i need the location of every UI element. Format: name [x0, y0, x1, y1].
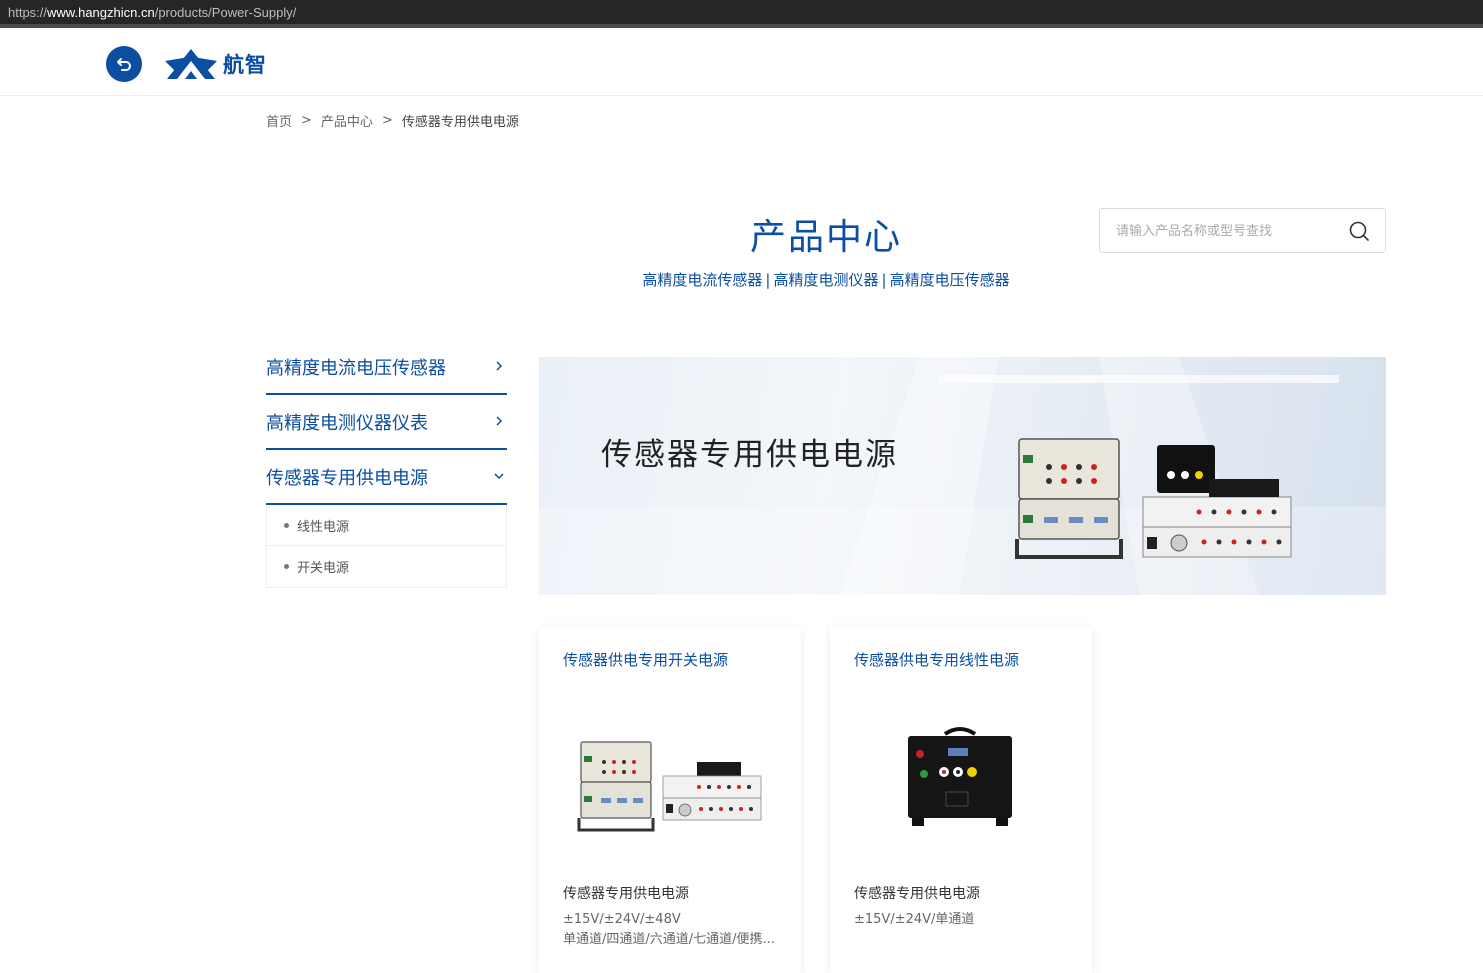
subnav-item-linear-power[interactable]: 线性电源: [267, 505, 506, 546]
sidebar-item-label: 高精度电测仪器仪表: [266, 412, 428, 434]
category-banner: 传感器专用供电电源: [539, 357, 1386, 595]
subnav-item-label: 线性电源: [297, 519, 350, 535]
chevron-down-icon: [494, 473, 504, 480]
logo-text: 航智: [223, 53, 267, 77]
sidebar-nav: 高精度电流电压传感器 高精度电测仪器仪表 传感器专用供电电源 线性电源 开关电源: [266, 340, 507, 588]
url-text[interactable]: https://www.hangzhicn.cn/products/Power-…: [8, 5, 296, 20]
subcat-separator: |: [765, 271, 771, 289]
sidebar-item-power-supply[interactable]: 传感器专用供电电源: [266, 450, 507, 505]
chevron-right-icon: [496, 361, 503, 371]
subnav-item-switching-power[interactable]: 开关电源: [267, 546, 506, 587]
search-icon[interactable]: [1348, 220, 1370, 242]
banner-title: 传感器专用供电电源: [601, 437, 898, 473]
breadcrumb-separator: >: [301, 113, 312, 128]
breadcrumb-separator: >: [381, 113, 393, 128]
breadcrumb-current: 传感器专用供电电源: [401, 115, 519, 130]
sidebar-item-instruments[interactable]: 高精度电测仪器仪表: [266, 395, 507, 450]
product-card-title: 传感器供电专用开关电源: [563, 651, 729, 669]
search-input[interactable]: [1116, 221, 1336, 241]
search-box: [1099, 208, 1386, 253]
product-card-title: 传感器供电专用线性电源: [854, 651, 1020, 669]
product-card-description: ±15V/±24V/单通道: [854, 910, 1074, 930]
product-card-switching[interactable]: 传感器供电专用开关电源 传感器专用供电电源 ±15V/±24V/±48V 单通道…: [539, 627, 801, 973]
subcat-separator: |: [881, 271, 887, 289]
product-card-linear[interactable]: 传感器供电专用线性电源 传感器专用供电电源 ±15V/±24V/单通道: [830, 627, 1092, 973]
sidebar-subnav: 线性电源 开关电源: [266, 505, 507, 588]
sidebar-item-label: 传感器专用供电电源: [266, 467, 428, 489]
subcategory-links: 高精度电流传感器 | 高精度电测仪器 | 高精度电压传感器: [0, 269, 1483, 290]
sidebar-item-current-voltage-sensor[interactable]: 高精度电流电压传感器: [266, 340, 507, 395]
browser-url-bar[interactable]: https://www.hangzhicn.cn/products/Power-…: [0, 0, 1483, 28]
product-card-desc-line: ±15V/±24V/单通道: [854, 912, 975, 927]
subcat-link-current-sensor[interactable]: 高精度电流传感器: [642, 271, 762, 289]
product-card-description: ±15V/±24V/±48V 单通道/四通道/六通道/七通道/便携...: [563, 910, 783, 950]
device-portable-image: [1015, 438, 1123, 559]
url-path: /products/Power-Supply/: [154, 5, 297, 20]
product-image-linear: [908, 727, 1012, 826]
back-arrow-icon: [117, 58, 131, 71]
bullet-dot-icon: [284, 564, 289, 569]
url-scheme: https://: [8, 5, 48, 20]
product-card-name: 传感器专用供电电源: [854, 886, 980, 902]
banner-background-image: [539, 357, 1386, 595]
back-button[interactable]: [106, 46, 142, 82]
product-image-switching: [577, 741, 762, 832]
site-logo[interactable]: 航智: [165, 46, 267, 82]
subcat-link-instrument[interactable]: 高精度电测仪器: [773, 271, 878, 289]
url-host: www.hangzhicn.cn: [47, 5, 155, 20]
sidebar-item-label: 高精度电流电压传感器: [266, 357, 446, 379]
breadcrumb-products[interactable]: 产品中心: [321, 111, 373, 130]
device-linear-power-image: [1157, 445, 1215, 493]
chevron-right-icon: [496, 416, 503, 426]
logo-mark-icon: [165, 49, 217, 79]
product-card-desc-line: ±15V/±24V/±48V: [563, 912, 681, 927]
subnav-item-label: 开关电源: [297, 561, 350, 576]
subcat-link-voltage-sensor[interactable]: 高精度电压传感器: [890, 271, 1010, 289]
breadcrumb: 首页 > 产品中心 > 传感器专用供电电源: [266, 111, 519, 130]
site-header: 航智: [0, 32, 1483, 96]
product-card-name: 传感器专用供电电源: [563, 886, 689, 902]
product-card-desc-line: 单通道/四通道/六通道/七通道/便携...: [563, 932, 775, 947]
bullet-dot-icon: [284, 522, 289, 528]
breadcrumb-home[interactable]: 首页: [266, 111, 292, 130]
